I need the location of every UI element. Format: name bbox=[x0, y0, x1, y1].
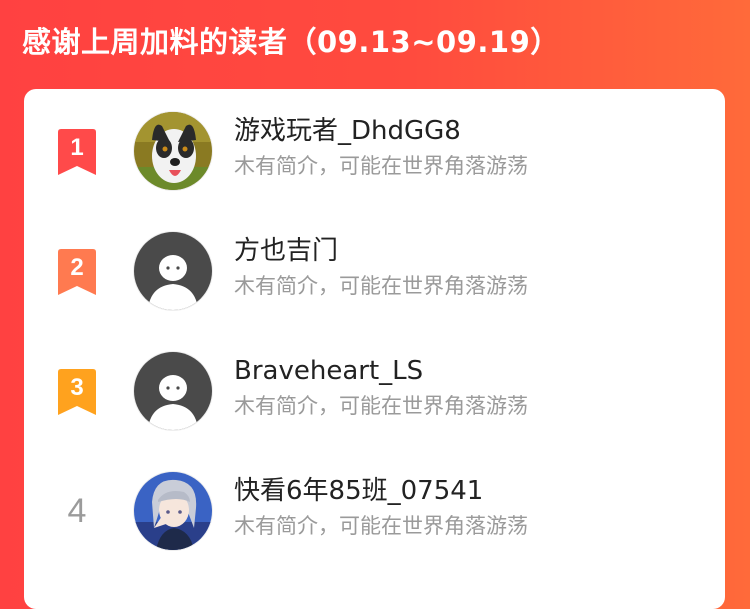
reader-row[interactable]: 1 游戏玩者_DhdGG8 木有简介，可能在世界角落游荡 bbox=[24, 89, 725, 209]
reader-bio: 木有简介，可能在世界角落游荡 bbox=[234, 274, 528, 298]
reader-bio: 木有简介，可能在世界角落游荡 bbox=[234, 514, 528, 538]
page-title: 感谢上周加料的读者（09.13~09.19） bbox=[22, 25, 560, 59]
reader-row[interactable]: 2 方也吉门 木有简介，可能在世界角落游荡 bbox=[24, 209, 725, 329]
rank-number: 3 bbox=[70, 374, 83, 401]
default-person-avatar[interactable] bbox=[134, 232, 212, 310]
reader-row[interactable]: 3 Braveheart_LS 木有简介，可能在世界角落游荡 bbox=[24, 329, 725, 449]
reader-list-card: 1 游戏玩者_DhdGG8 木有简介，可能在世界角落游荡 2 方也吉门 木有简介… bbox=[24, 89, 725, 609]
rank-number: 4 bbox=[67, 492, 87, 530]
anime-character-avatar[interactable] bbox=[134, 472, 212, 550]
dog-photo-avatar[interactable] bbox=[134, 112, 212, 190]
rank-number: 1 bbox=[70, 134, 83, 161]
reader-username[interactable]: Braveheart_LS bbox=[234, 351, 423, 391]
rank-badge-bronze: 3 bbox=[58, 369, 96, 415]
rank-badge-silver: 2 bbox=[58, 249, 96, 295]
reader-username[interactable]: 快看6年85班_07541 bbox=[234, 471, 483, 511]
reader-username[interactable]: 游戏玩者_DhdGG8 bbox=[234, 111, 461, 151]
reader-bio: 木有简介，可能在世界角落游荡 bbox=[234, 154, 528, 178]
reader-username[interactable]: 方也吉门 bbox=[234, 231, 338, 271]
reader-row[interactable]: 4 快看6年85班_07541 木有简介，可能在世界角落游荡 bbox=[24, 449, 725, 569]
default-person-avatar[interactable] bbox=[134, 352, 212, 430]
reader-bio: 木有简介，可能在世界角落游荡 bbox=[234, 394, 528, 418]
rank-number: 2 bbox=[70, 254, 83, 281]
rank-badge-gold: 1 bbox=[58, 129, 96, 175]
